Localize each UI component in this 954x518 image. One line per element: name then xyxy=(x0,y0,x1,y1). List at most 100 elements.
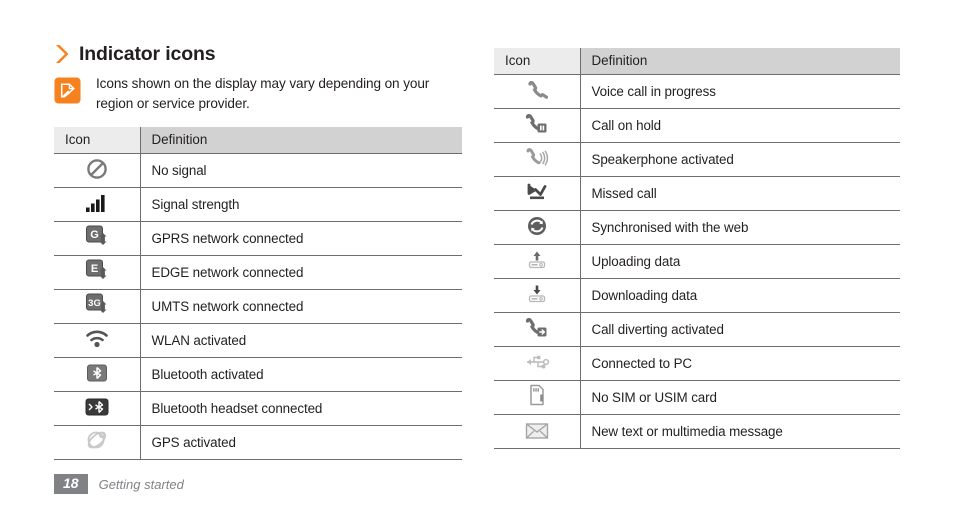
note-pencil-icon xyxy=(54,77,81,104)
indicator-table-right: Icon Definition Voice call in progress C… xyxy=(494,48,900,449)
bluetooth-headset-icon xyxy=(83,394,111,420)
definition-cell: Call on hold xyxy=(579,108,900,143)
voice-call-icon xyxy=(523,77,551,103)
note-text: Icons shown on the display may vary depe… xyxy=(96,76,430,111)
table-row: Speakerphone activated xyxy=(494,142,900,177)
table-row: Bluetooth headset connected xyxy=(54,391,462,426)
icon-cell xyxy=(494,278,580,313)
left-column: Indicator icons Icons shown on the displ… xyxy=(54,40,462,460)
table-row: Synchronised with the web xyxy=(494,210,900,245)
table-row: Call diverting activated xyxy=(494,312,900,347)
definition-cell: EDGE network connected xyxy=(139,255,462,290)
icon-cell xyxy=(54,357,140,392)
definition-cell: Synchronised with the web xyxy=(579,210,900,245)
table-row: Downloading data xyxy=(494,278,900,313)
definition-cell: Connected to PC xyxy=(579,346,900,381)
table-row: 3G UMTS network connected xyxy=(54,289,462,324)
page-title-text: Indicator icons xyxy=(79,43,216,65)
icon-cell: 3G xyxy=(54,289,140,324)
definition-cell: UMTS network connected xyxy=(139,289,462,324)
no-signal-icon xyxy=(83,156,111,182)
table-row: Voice call in progress xyxy=(494,74,900,109)
chevron-right-icon xyxy=(56,45,69,63)
definition-cell: Bluetooth headset connected xyxy=(139,391,462,426)
page-title: Indicator icons xyxy=(54,40,462,68)
definition-cell: Call diverting activated xyxy=(579,312,900,347)
definition-cell: Voice call in progress xyxy=(579,74,900,109)
icon-cell xyxy=(494,210,580,245)
table-row: WLAN activated xyxy=(54,323,462,358)
signal-strength-icon xyxy=(83,190,111,216)
bluetooth-icon xyxy=(83,360,111,386)
definition-cell: Missed call xyxy=(579,176,900,211)
icon-cell xyxy=(494,176,580,211)
usb-connected-icon xyxy=(523,349,551,375)
icon-cell: G xyxy=(54,221,140,256)
page-number: 18 xyxy=(54,474,88,494)
icon-cell xyxy=(54,323,140,358)
definition-cell: Uploading data xyxy=(579,244,900,279)
definition-cell: No SIM or USIM card xyxy=(579,380,900,415)
definition-cell: Bluetooth activated xyxy=(139,357,462,392)
definition-cell: Downloading data xyxy=(579,278,900,313)
icon-cell xyxy=(494,74,580,109)
definition-cell: GPRS network connected xyxy=(139,221,462,256)
svg-text:G: G xyxy=(90,229,99,241)
table-row: Uploading data xyxy=(494,244,900,279)
indicator-table-left: Icon Definition No signal Signal strengt… xyxy=(54,127,462,460)
sync-web-icon xyxy=(523,213,551,239)
page-footer: 18 Getting started xyxy=(54,474,184,494)
gprs-network-icon: G xyxy=(83,223,111,249)
definition-cell: Speakerphone activated xyxy=(579,142,900,177)
wlan-icon xyxy=(83,326,111,352)
edge-network-icon: E xyxy=(83,257,111,283)
download-data-icon xyxy=(523,281,551,307)
table-row: G GPRS network connected xyxy=(54,221,462,256)
definition-cell: New text or multimedia message xyxy=(579,414,900,449)
column-header-icon: Icon xyxy=(494,48,580,75)
table-row: New text or multimedia message xyxy=(494,414,900,449)
table-row: Bluetooth activated xyxy=(54,357,462,392)
icon-cell xyxy=(54,391,140,426)
table-header-row: Icon Definition xyxy=(494,48,900,75)
call-diverting-icon xyxy=(523,315,551,341)
svg-text:E: E xyxy=(91,263,98,275)
table-row: No SIM or USIM card xyxy=(494,380,900,415)
gps-icon xyxy=(83,427,111,453)
icon-cell xyxy=(494,142,580,177)
call-on-hold-icon xyxy=(523,111,551,137)
missed-call-icon xyxy=(523,179,551,205)
column-header-definition: Definition xyxy=(579,48,900,75)
definition-cell: WLAN activated xyxy=(139,323,462,358)
speakerphone-icon xyxy=(523,145,551,171)
right-column: Icon Definition Voice call in progress C… xyxy=(494,48,900,449)
table-row: Connected to PC xyxy=(494,346,900,381)
icon-cell xyxy=(54,153,140,188)
icon-cell xyxy=(494,346,580,381)
table-row: GPS activated xyxy=(54,425,462,460)
table-row: Missed call xyxy=(494,176,900,211)
upload-data-icon xyxy=(523,247,551,273)
icon-cell xyxy=(494,414,580,449)
note-block: Icons shown on the display may vary depe… xyxy=(54,74,462,114)
column-header-definition: Definition xyxy=(139,127,462,154)
table-header-row: Icon Definition xyxy=(54,127,462,154)
table-row: E EDGE network connected xyxy=(54,255,462,290)
manual-page: Indicator icons Icons shown on the displ… xyxy=(0,0,954,518)
icon-cell xyxy=(494,108,580,143)
icon-cell xyxy=(494,380,580,415)
icon-cell xyxy=(494,244,580,279)
svg-text:3G: 3G xyxy=(88,298,101,309)
table-row: Signal strength xyxy=(54,187,462,222)
table-row: Call on hold xyxy=(494,108,900,143)
table-row: No signal xyxy=(54,153,462,188)
umts-network-icon: 3G xyxy=(83,291,111,317)
new-message-icon xyxy=(523,418,551,444)
icon-cell xyxy=(54,425,140,460)
definition-cell: GPS activated xyxy=(139,425,462,460)
no-sim-card-icon xyxy=(523,382,551,408)
column-header-icon: Icon xyxy=(54,127,140,154)
icon-cell xyxy=(54,187,140,222)
icon-cell xyxy=(494,312,580,347)
footer-section-label: Getting started xyxy=(98,476,184,492)
